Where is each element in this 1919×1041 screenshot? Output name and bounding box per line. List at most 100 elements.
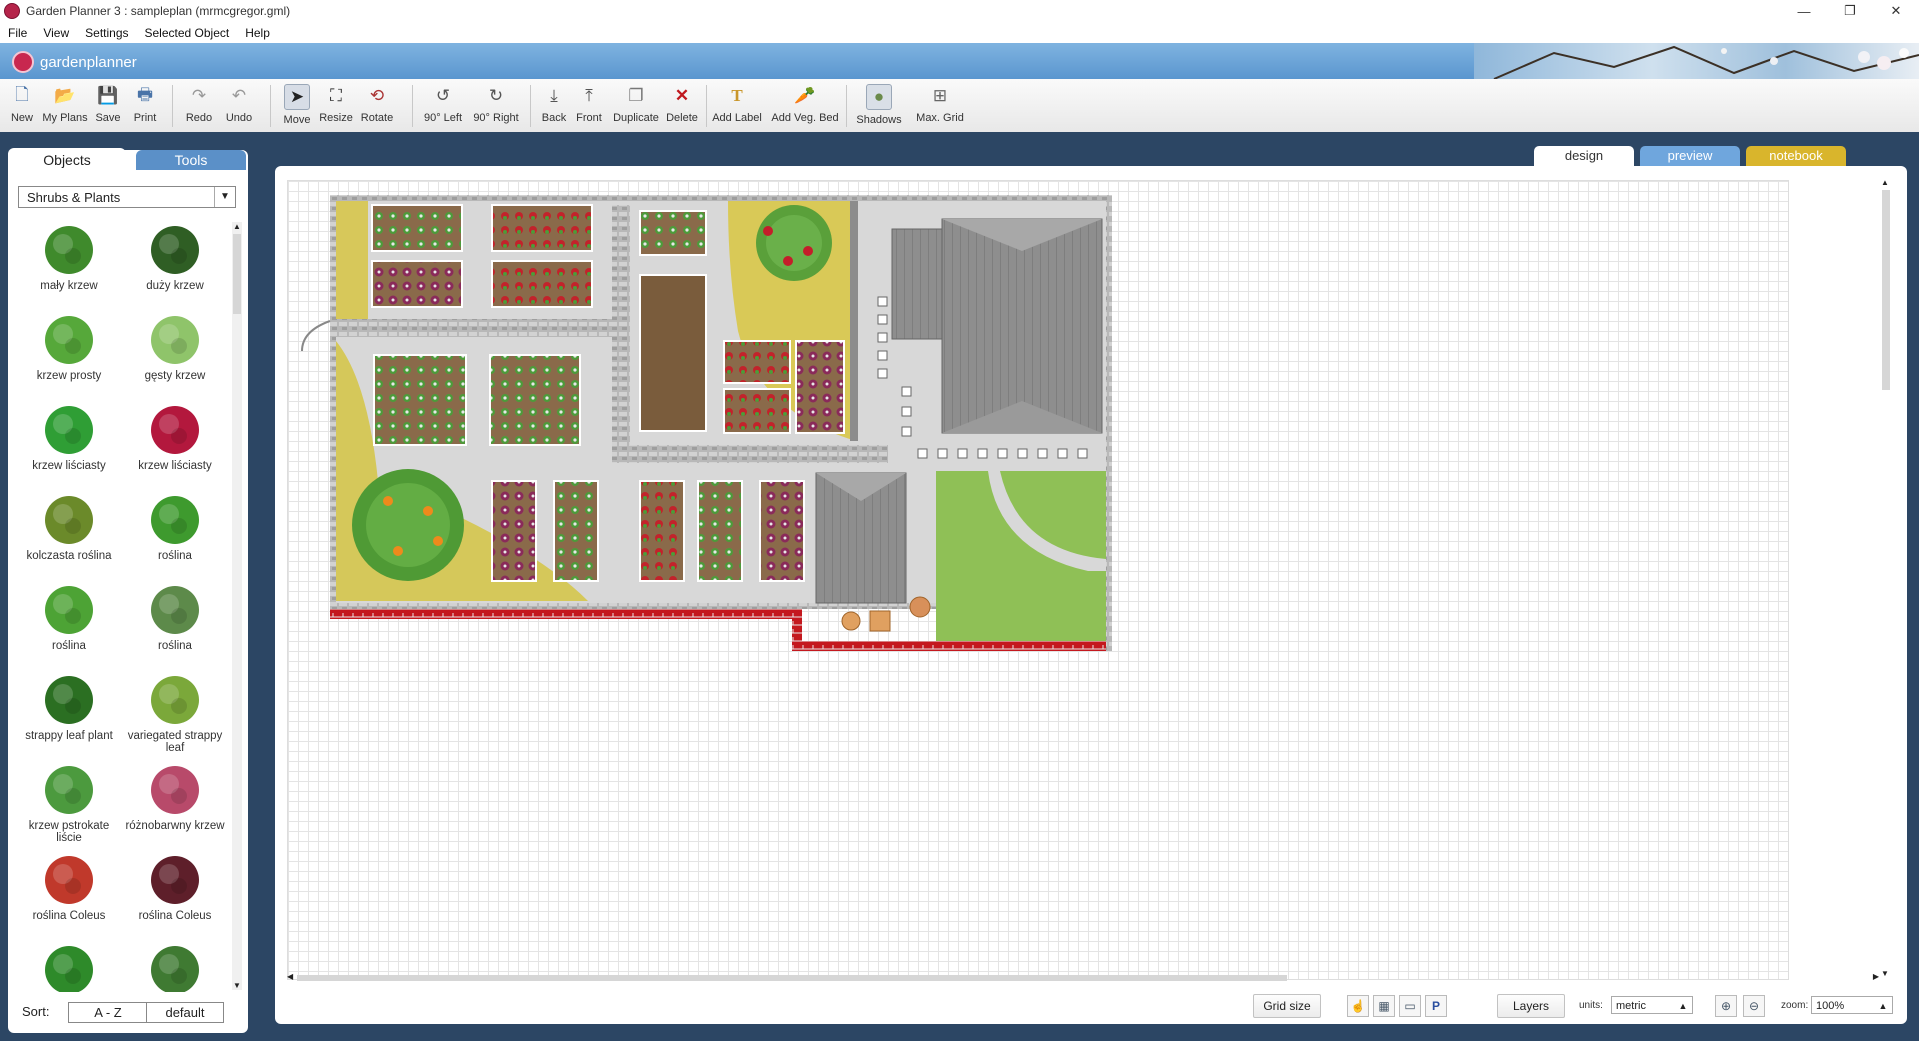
- plant-label-icon[interactable]: P: [1425, 995, 1447, 1017]
- palette-item[interactable]: variegated strappy leaf: [122, 674, 228, 754]
- menu-selected-object[interactable]: Selected Object: [137, 26, 238, 40]
- grid-size-button[interactable]: Grid size: [1253, 994, 1321, 1018]
- close-button[interactable]: ✕: [1873, 0, 1919, 22]
- duplicate-button[interactable]: ❐ Duplicate: [612, 82, 660, 124]
- palette-item[interactable]: roślina: [16, 584, 122, 652]
- chevron-up-icon: ▲: [1678, 1001, 1688, 1011]
- tab-tools[interactable]: Tools: [136, 150, 246, 170]
- save-icon: 💾: [97, 86, 119, 105]
- palette-item[interactable]: krzew liściasty: [122, 404, 228, 472]
- zoom-in-icon[interactable]: ⊕: [1715, 995, 1737, 1017]
- max-grid-button[interactable]: ⊞ Max. Grid: [912, 82, 968, 124]
- move-button[interactable]: ➤ Move: [280, 82, 314, 126]
- palette-item[interactable]: mały krzew: [16, 224, 122, 292]
- palette-item-label: roślina: [158, 640, 192, 652]
- grid-toggle-icon[interactable]: ▦: [1373, 995, 1395, 1017]
- redo-button[interactable]: ↷ Redo: [182, 82, 216, 124]
- palette-scroll-thumb[interactable]: [233, 234, 241, 314]
- resize-button[interactable]: ⛶ Resize: [318, 82, 354, 124]
- tab-preview[interactable]: preview: [1640, 146, 1740, 166]
- palette-item[interactable]: strappy leaf plant: [16, 674, 122, 742]
- palette-item-label: kolczasta roślina: [26, 550, 112, 562]
- scroll-up-icon[interactable]: ▲: [232, 222, 242, 231]
- palette-item[interactable]: krzew prosty: [16, 314, 122, 382]
- shadows-button[interactable]: ● Shadows: [852, 82, 906, 126]
- menu-settings[interactable]: Settings: [77, 26, 136, 40]
- garden-plan[interactable]: [288, 181, 1788, 979]
- palette-item-label: duży krzew: [146, 280, 204, 292]
- save-button[interactable]: 💾 Save: [92, 82, 124, 124]
- tab-objects[interactable]: Objects: [8, 148, 126, 172]
- canvas-vertical-scrollbar[interactable]: ▲ ▼: [1879, 178, 1893, 978]
- design-workspace: ▲ ▼ ◀ ▶ Grid size ☝ ▦ ▭ P Layers units: …: [275, 166, 1907, 1024]
- palette-item[interactable]: różnobarwny krzew: [122, 764, 228, 832]
- units-select[interactable]: metric ▲: [1611, 996, 1693, 1014]
- palette-item-label: roślina: [158, 550, 192, 562]
- print-button[interactable]: 🖶 Print: [128, 82, 162, 125]
- rotate-right-button[interactable]: ↻ 90° Right: [470, 82, 522, 124]
- undo-button[interactable]: ↶ Undo: [222, 82, 256, 124]
- plant-icon: [149, 314, 201, 366]
- zoom-out-icon[interactable]: ⊖: [1743, 995, 1765, 1017]
- scroll-down-icon[interactable]: ▼: [1881, 969, 1889, 978]
- title-bar: Garden Planner 3 : sampleplan (mrmcgrego…: [0, 0, 1919, 22]
- palette-item-label: variegated strappy leaf: [127, 730, 223, 754]
- category-select[interactable]: Shrubs & Plants ▼: [18, 186, 236, 208]
- snap-cursor-icon[interactable]: ☝: [1347, 995, 1369, 1017]
- send-back-button[interactable]: ⤓ Back: [538, 82, 570, 124]
- sort-az-button[interactable]: A - Z: [68, 1002, 148, 1023]
- palette-item[interactable]: gęsty krzew: [122, 314, 228, 382]
- plant-icon: [149, 674, 201, 726]
- canvas-hscroll-thumb[interactable]: [297, 975, 1287, 981]
- plant-icon: [43, 494, 95, 546]
- palette-item-label: mały krzew: [40, 280, 98, 292]
- canvas-horizontal-scrollbar[interactable]: ◀ ▶: [287, 972, 1879, 984]
- new-button[interactable]: 🗋 New: [6, 82, 38, 125]
- scroll-up-icon[interactable]: ▲: [1881, 178, 1889, 187]
- zoom-label: zoom:: [1781, 1000, 1809, 1011]
- canvas-vscroll-thumb[interactable]: [1882, 190, 1890, 390]
- sort-default-button[interactable]: default: [146, 1002, 224, 1023]
- units-label: units:: [1579, 1000, 1603, 1011]
- menu-help[interactable]: Help: [237, 26, 278, 40]
- scroll-right-icon[interactable]: ▶: [1873, 972, 1879, 981]
- app-icon: [4, 3, 20, 19]
- palette-item[interactable]: duży krzew: [122, 224, 228, 292]
- palette-item[interactable]: krzew liściasty: [16, 404, 122, 472]
- plant-icon: [43, 314, 95, 366]
- maximize-button[interactable]: ❐: [1827, 0, 1873, 22]
- palette-item[interactable]: [122, 944, 228, 992]
- menu-view[interactable]: View: [35, 26, 77, 40]
- design-canvas[interactable]: [287, 180, 1789, 980]
- palette-item[interactable]: [16, 944, 122, 992]
- palette-item-label: krzew liściasty: [138, 460, 212, 472]
- palette-item[interactable]: krzew pstrokate liście: [16, 764, 122, 844]
- delete-button[interactable]: ✕ Delete: [664, 82, 700, 124]
- palette-item[interactable]: kolczasta roślina: [16, 494, 122, 562]
- scroll-left-icon[interactable]: ◀: [287, 972, 293, 981]
- minimize-button[interactable]: —: [1781, 0, 1827, 22]
- palette-item[interactable]: roślina: [122, 494, 228, 562]
- palette-item[interactable]: roślina Coleus: [16, 854, 122, 922]
- plant-icon: [149, 764, 201, 816]
- tab-design[interactable]: design: [1534, 146, 1634, 166]
- rotate-left-button[interactable]: ↺ 90° Left: [420, 82, 466, 124]
- layers-button[interactable]: Layers: [1497, 994, 1565, 1018]
- palette-item[interactable]: roślina: [122, 584, 228, 652]
- menu-file[interactable]: File: [0, 26, 35, 40]
- add-veg-bed-button[interactable]: 🥕 Add Veg. Bed: [768, 82, 842, 124]
- folder-open-icon: 📂: [54, 86, 76, 105]
- zoom-select[interactable]: 100% ▲: [1811, 996, 1893, 1014]
- palette-item[interactable]: roślina Coleus: [122, 854, 228, 922]
- send-back-icon: ⤓: [550, 86, 558, 105]
- chevron-down-icon[interactable]: ▼: [214, 187, 235, 207]
- rotate-right-icon: ↻: [488, 86, 504, 105]
- add-label-button[interactable]: T Add Label: [710, 82, 764, 124]
- ruler-icon[interactable]: ▭: [1399, 995, 1421, 1017]
- palette-scrollbar[interactable]: ▲ ▼: [232, 222, 242, 990]
- rotate-button[interactable]: ⟲ Rotate: [358, 82, 396, 124]
- bring-front-button[interactable]: ⤒ Front: [572, 82, 606, 124]
- scroll-down-icon[interactable]: ▼: [232, 981, 242, 990]
- tab-notebook[interactable]: notebook: [1746, 146, 1846, 166]
- my-plans-button[interactable]: 📂 My Plans: [40, 82, 90, 124]
